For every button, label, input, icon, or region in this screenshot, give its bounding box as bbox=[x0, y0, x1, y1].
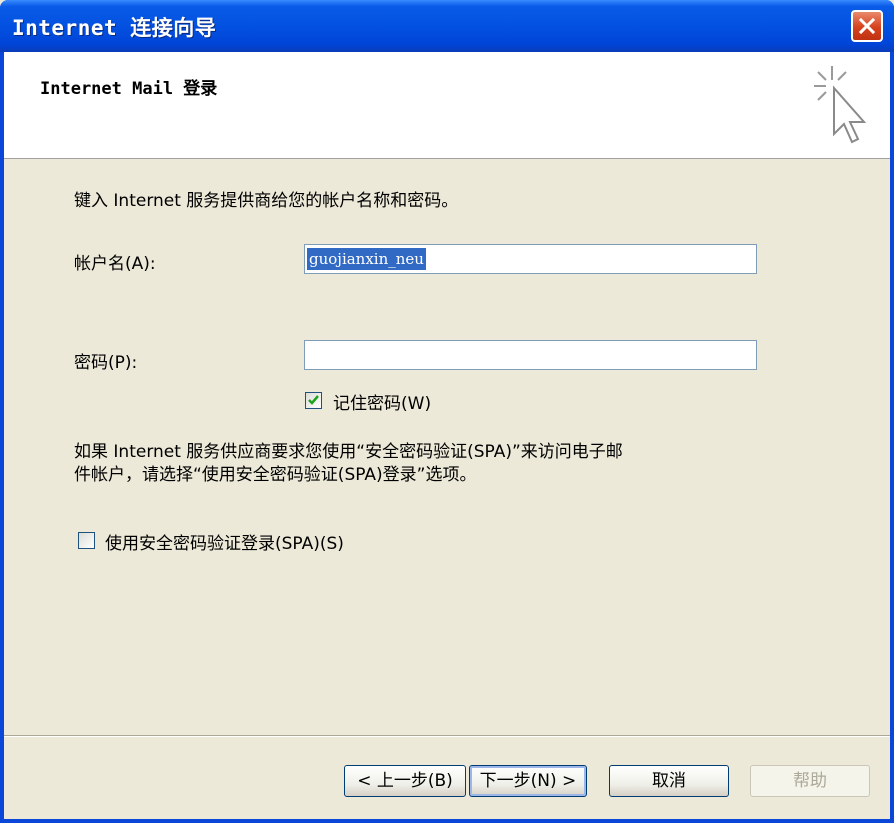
account-name-input[interactable]: guojianxin_neu bbox=[304, 244, 757, 274]
dialog-body: Internet Mail 登录 键入 Internet 服务提供商给您的帐户名… bbox=[4, 52, 890, 819]
account-name-value: guojianxin_neu bbox=[307, 248, 426, 270]
password-input[interactable] bbox=[304, 340, 757, 370]
help-button[interactable]: 帮助 bbox=[750, 765, 870, 797]
checkmark-icon bbox=[308, 395, 319, 405]
wizard-header: Internet Mail 登录 bbox=[4, 52, 890, 159]
instruction-text: 键入 Internet 服务提供商给您的帐户名称和密码。 bbox=[74, 191, 459, 211]
spa-note-line1: 如果 Internet 服务供应商要求您使用“安全密码验证(SPA)”来访问电子… bbox=[74, 442, 623, 462]
footer-divider bbox=[4, 735, 890, 737]
cancel-button[interactable]: 取消 bbox=[609, 765, 729, 797]
back-button[interactable]: < 上一步(B) bbox=[344, 765, 466, 797]
spa-checkbox[interactable] bbox=[78, 532, 95, 549]
password-label: 密码(P): bbox=[74, 353, 138, 373]
page-title: Internet Mail 登录 bbox=[40, 79, 218, 99]
spa-note-line2: 件帐户，请选择“使用安全密码验证(SPA)登录”选项。 bbox=[74, 465, 477, 485]
window-title: Internet 连接向导 bbox=[12, 16, 217, 40]
dialog-window: Internet 连接向导 Internet Mail 登录 键入 Intern… bbox=[0, 0, 894, 823]
spa-label[interactable]: 使用安全密码验证登录(SPA)(S) bbox=[105, 529, 344, 554]
remember-password-label[interactable]: 记住密码(W) bbox=[333, 389, 431, 414]
title-bar[interactable]: Internet 连接向导 bbox=[0, 0, 894, 52]
wizard-cursor-icon bbox=[814, 66, 867, 144]
remember-password-checkbox[interactable] bbox=[305, 392, 322, 409]
close-button[interactable] bbox=[851, 10, 883, 42]
next-button[interactable]: 下一步(N) > bbox=[469, 765, 587, 797]
close-icon bbox=[859, 18, 875, 34]
account-label: 帐户名(A): bbox=[74, 254, 156, 274]
